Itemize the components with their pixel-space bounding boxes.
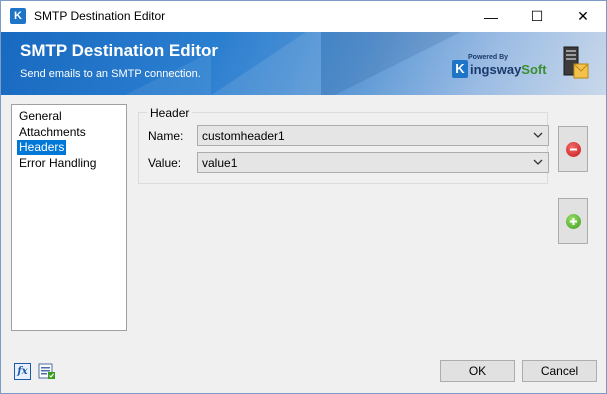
- chevron-down-icon: [533, 159, 543, 165]
- name-combobox[interactable]: customheader1: [197, 125, 549, 146]
- minimize-button[interactable]: —: [468, 1, 514, 32]
- editor-window: K SMTP Destination Editor — ☐ ✕ SMTP Des…: [0, 0, 607, 394]
- footer-bar: [1, 341, 606, 393]
- window-title: SMTP Destination Editor: [34, 9, 166, 23]
- value-combobox[interactable]: value1: [197, 152, 549, 173]
- sidebar-item-general[interactable]: General: [17, 109, 64, 124]
- close-button[interactable]: ✕: [560, 1, 606, 32]
- banner-title: SMTP Destination Editor: [20, 41, 219, 60]
- ok-button[interactable]: OK: [440, 360, 515, 382]
- name-label: Name:: [148, 129, 184, 143]
- sidebar-item-attachments[interactable]: Attachments: [17, 125, 88, 140]
- value-value: value1: [202, 156, 238, 170]
- navigation-list: General Attachments Headers Error Handli…: [11, 104, 127, 331]
- cancel-button[interactable]: Cancel: [522, 360, 597, 382]
- kingswaysoft-logo: Powered By K ingswaySoft: [452, 52, 552, 82]
- title-bar: K SMTP Destination Editor — ☐ ✕: [1, 1, 606, 32]
- logo-wordmark: ingswaySoft: [470, 62, 547, 77]
- logo-powered-text: Powered By: [468, 54, 509, 61]
- minimize-icon: —: [484, 8, 498, 25]
- header-group-box: [138, 112, 548, 184]
- expression-icon[interactable]: fx: [14, 363, 31, 380]
- app-icon: K: [10, 8, 26, 24]
- banner-subtitle: Send emails to an SMTP connection.: [20, 68, 201, 80]
- close-icon: ✕: [577, 8, 589, 24]
- add-header-button[interactable]: [558, 198, 588, 244]
- variables-icon[interactable]: [38, 363, 56, 380]
- maximize-icon: ☐: [530, 8, 544, 24]
- chevron-down-icon: [533, 132, 543, 138]
- remove-header-button[interactable]: [558, 126, 588, 172]
- server-icon: [563, 46, 589, 79]
- logo-k-mark: K: [452, 60, 468, 78]
- header-group-label: Header: [147, 106, 193, 120]
- header-banner: SMTP Destination Editor Send emails to a…: [1, 32, 606, 95]
- value-label: Value:: [148, 156, 182, 170]
- add-icon: [565, 213, 581, 229]
- name-value: customheader1: [202, 129, 285, 143]
- sidebar-item-error-handling[interactable]: Error Handling: [17, 156, 98, 171]
- remove-icon: [565, 141, 581, 157]
- maximize-button[interactable]: ☐: [514, 1, 560, 32]
- sidebar-item-headers[interactable]: Headers: [17, 140, 67, 155]
